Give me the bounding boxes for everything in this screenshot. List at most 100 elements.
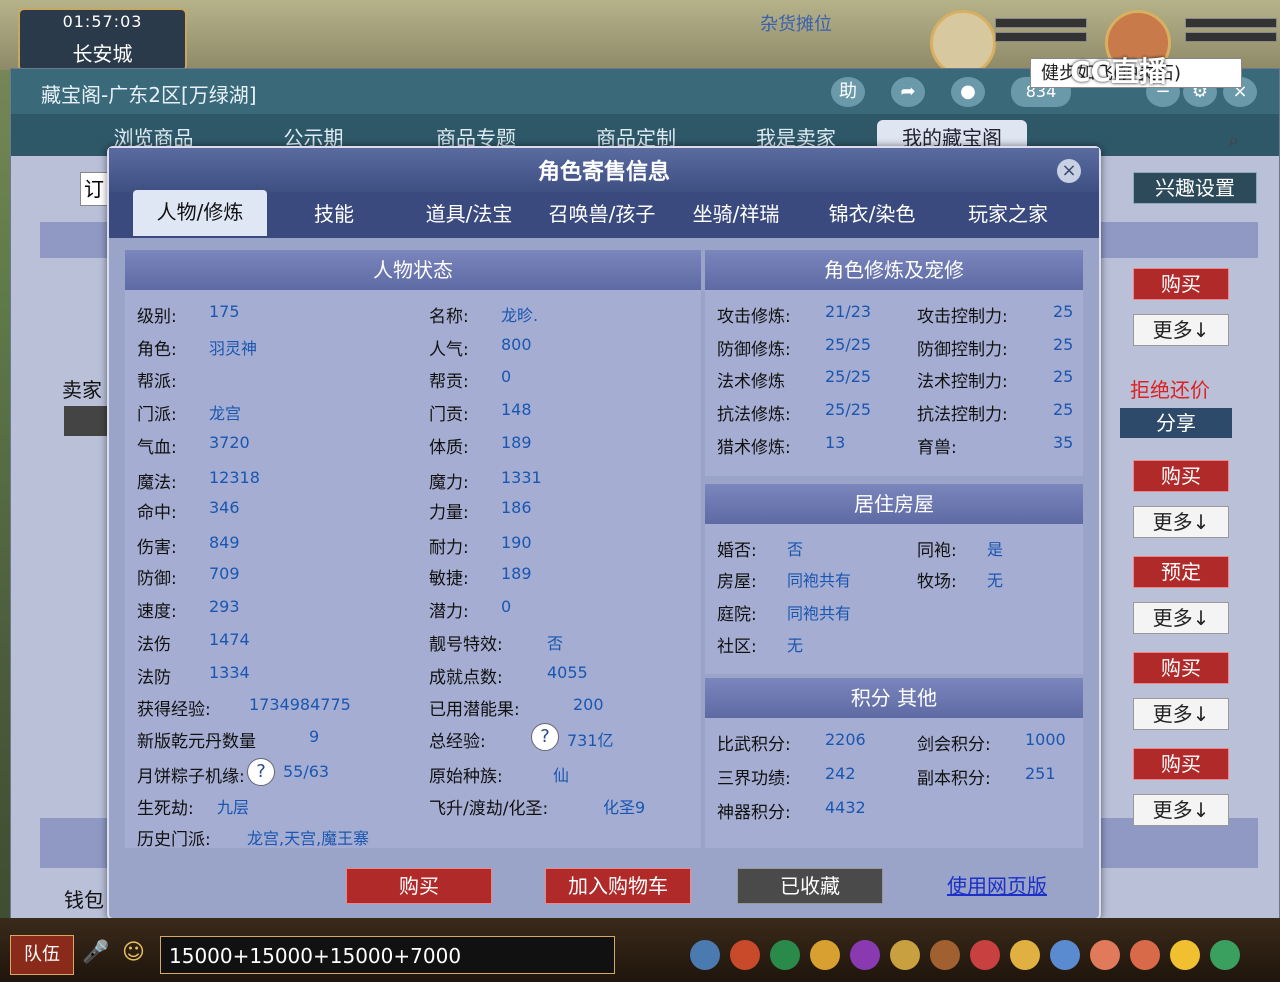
house-0-a-value: 否 xyxy=(787,540,804,559)
clock-time: 01:57:03 xyxy=(62,12,143,31)
cultivation-panel-title: 角色修炼及宠修 xyxy=(705,250,1083,290)
add-to-cart-button[interactable]: 加入购物车 xyxy=(545,868,691,904)
status-right-15-value: 化圣9 xyxy=(603,798,646,817)
status-right-13-label: 总经验: xyxy=(429,732,486,752)
more-button-4[interactable]: 更多↓ xyxy=(1133,698,1229,730)
help-question-icon[interactable]: ? xyxy=(531,723,559,751)
chat-input[interactable]: 15000+15000+15000+7000 xyxy=(160,936,615,974)
cultivation-4-a-label: 猎术修炼: xyxy=(717,438,791,458)
status-panel-title: 人物状态 xyxy=(125,250,701,290)
score-0-a-value: 2206 xyxy=(825,730,866,749)
tab-skills[interactable]: 技能 xyxy=(269,192,399,236)
share-button[interactable]: 分享 xyxy=(1120,408,1232,438)
status-left-1-value: 羽灵神 xyxy=(209,339,258,358)
hobby-settings-button[interactable]: 兴趣设置 xyxy=(1133,172,1257,204)
status-right-15-label: 飞升/渡劫/化圣: xyxy=(429,799,549,819)
status-left-0-label: 级别: xyxy=(137,307,177,327)
status-right-12-value: 200 xyxy=(573,695,604,714)
pet-avatar[interactable] xyxy=(930,10,996,76)
status-right-3-label: 门贡: xyxy=(429,405,469,425)
cultivation-0-b-value: 25 xyxy=(1053,302,1074,321)
score-0-b-value: 1000 xyxy=(1025,730,1066,749)
help-question-icon[interactable]: ? xyxy=(247,758,275,786)
status-left-9-label: 速度: xyxy=(137,602,177,622)
sword-icon[interactable] xyxy=(690,940,720,970)
score-1-a-value: 242 xyxy=(825,764,856,783)
status-left-8-label: 防御: xyxy=(137,569,177,589)
microphone-icon[interactable]: 🎤 xyxy=(82,940,109,965)
team-button[interactable]: 队伍 xyxy=(10,935,74,975)
close-icon[interactable]: × xyxy=(1057,159,1081,183)
status-left-10-label: 法伤 xyxy=(137,635,171,655)
status-left-7-label: 伤害: xyxy=(137,538,177,558)
team-icon[interactable] xyxy=(850,940,880,970)
house-0-b-value: 是 xyxy=(987,540,1004,559)
tab-summons[interactable]: 召唤兽/孩子 xyxy=(537,192,667,236)
share-arrow-icon[interactable]: ➦ xyxy=(891,77,925,107)
modal-tabs: 人物/修炼 技能 道具/法宝 召唤兽/孩子 坐骑/祥瑞 锦衣/染色 玩家之家 xyxy=(109,190,1099,238)
reserve-button[interactable]: 预定 xyxy=(1133,556,1229,588)
quest-icon[interactable] xyxy=(930,940,960,970)
record-icon[interactable]: ● xyxy=(951,77,985,107)
status-right-7-value: 190 xyxy=(501,533,532,552)
buy-button-3[interactable]: 购买 xyxy=(1133,652,1229,684)
modal-buy-button[interactable]: 购买 xyxy=(346,868,492,904)
status-right-9-label: 潜力: xyxy=(429,602,469,622)
status-right-12-label: 已用潜能果: xyxy=(429,700,520,720)
house-panel-title: 居住房屋 xyxy=(705,484,1083,524)
seller-label: 卖家 xyxy=(62,378,102,402)
status-panel: 人物状态 级别: 175 角色: 羽灵神 帮派: 门派: 龙宫 气血: 3720 魔法: 12318… xyxy=(125,250,701,850)
status-left-11-value: 1334 xyxy=(209,663,250,682)
map-icon[interactable] xyxy=(1050,940,1080,970)
skill-icon[interactable] xyxy=(770,940,800,970)
wallet-label: 钱包 xyxy=(64,888,104,912)
cultivation-4-a-value: 13 xyxy=(825,433,846,452)
tab-player-home[interactable]: 玩家之家 xyxy=(943,192,1073,236)
pet-icon[interactable] xyxy=(810,940,840,970)
help-icon[interactable]: 助 xyxy=(831,77,865,107)
tab-mounts[interactable]: 坐骑/祥瑞 xyxy=(671,192,801,236)
score-panel: 积分 其他 比武积分: 2206 剑会积分: 1000 三界功绩: 242 副本积分: 251… xyxy=(705,678,1083,848)
bag-icon[interactable] xyxy=(730,940,760,970)
cultivation-1-b-label: 防御控制力: xyxy=(917,340,1008,360)
status-left-2-label: 帮派: xyxy=(137,372,177,392)
score-0-a-label: 比武积分: xyxy=(717,735,791,755)
more-button-3[interactable]: 更多↓ xyxy=(1133,602,1229,634)
emoji-icon[interactable]: ☺ xyxy=(122,940,145,965)
status-right-5-label: 魔力: xyxy=(429,473,469,493)
smile-icon[interactable] xyxy=(1170,940,1200,970)
more-button-2[interactable]: 更多↓ xyxy=(1133,506,1229,538)
guild-icon[interactable] xyxy=(890,940,920,970)
seller-dark-button[interactable] xyxy=(64,406,108,436)
favorited-button[interactable]: 已收藏 xyxy=(737,868,883,904)
cultivation-2-b-label: 法术控制力: xyxy=(917,372,1008,392)
status-right-3-value: 148 xyxy=(501,400,532,419)
gift-icon[interactable] xyxy=(1090,940,1120,970)
order-fragment[interactable]: 订 xyxy=(80,172,108,206)
tab-outfits[interactable]: 锦衣/染色 xyxy=(807,192,937,236)
status-right-2-label: 帮贡: xyxy=(429,372,469,392)
tab-character[interactable]: 人物/修炼 xyxy=(133,190,267,236)
buy-button-1[interactable]: 购买 xyxy=(1133,268,1229,300)
tab-items[interactable]: 道具/法宝 xyxy=(404,192,534,236)
search-icon[interactable]: ⌕ xyxy=(1228,128,1239,152)
buy-button-4[interactable]: 购买 xyxy=(1133,748,1229,780)
buy-button-2[interactable]: 购买 xyxy=(1133,460,1229,492)
status-right-9-value: 0 xyxy=(501,597,512,616)
status-right-0-label: 名称: xyxy=(429,307,469,327)
modal-title: 角色寄售信息 xyxy=(537,160,670,185)
bell-icon[interactable] xyxy=(1010,940,1040,970)
status-left-12-value: 1734984775 xyxy=(249,695,351,714)
system-icon[interactable] xyxy=(1210,940,1240,970)
more-button-1[interactable]: 更多↓ xyxy=(1133,314,1229,346)
more-button-5[interactable]: 更多↓ xyxy=(1133,794,1229,826)
use-web-version-link[interactable]: 使用网页版 xyxy=(947,870,1047,899)
score-panel-title: 积分 其他 xyxy=(705,678,1083,718)
cultivation-1-b-value: 25 xyxy=(1053,335,1074,354)
house-1-a-label: 房屋: xyxy=(717,572,757,592)
status-right-10-value: 否 xyxy=(547,634,564,653)
shop-icon[interactable] xyxy=(970,940,1000,970)
friends-icon[interactable] xyxy=(1130,940,1160,970)
score-0-b-label: 剑会积分: xyxy=(917,735,991,755)
status-left-15-label: 生死劫: xyxy=(137,799,194,819)
